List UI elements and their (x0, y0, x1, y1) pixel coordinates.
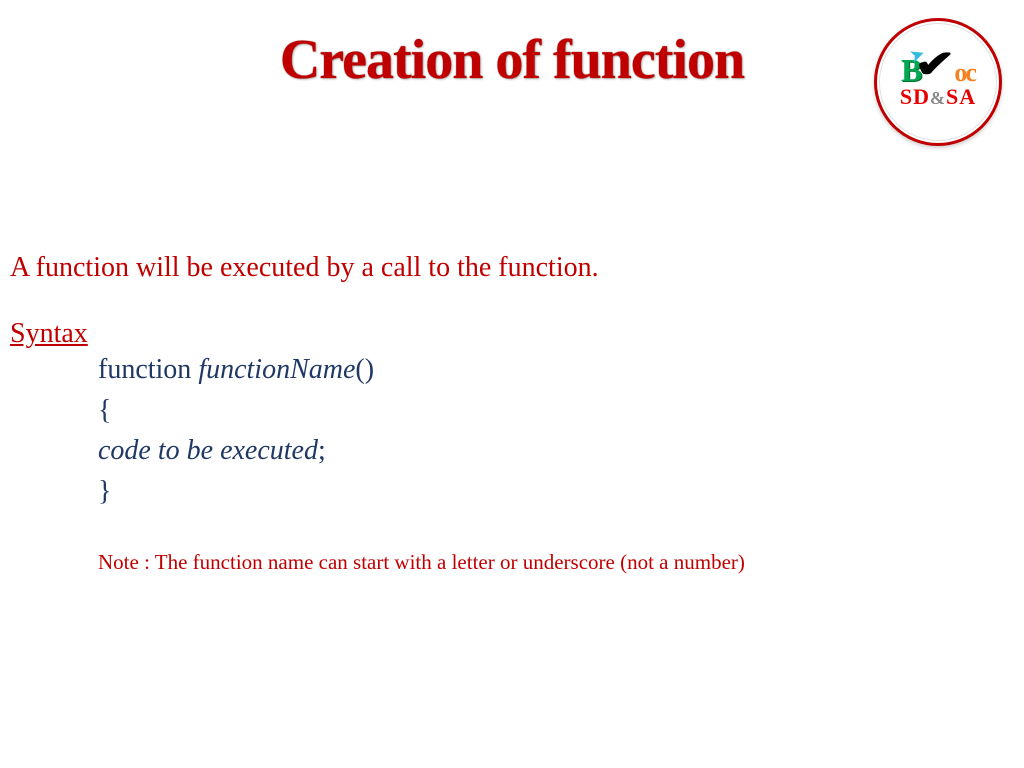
logo-badge: ➤ B ✔ oc SD&SA (874, 18, 1002, 146)
checkmark-icon: ✔ (914, 46, 955, 84)
parentheses: () (355, 354, 374, 385)
code-line-4: } (98, 472, 984, 513)
slide-title: Creation of function (0, 28, 1024, 92)
code-line-1: function functionName() (98, 350, 984, 391)
code-line-3: code to be executed; (98, 431, 984, 472)
content-area: A function will be executed by a call to… (10, 252, 984, 575)
syntax-heading: Syntax (10, 318, 984, 350)
semicolon: ; (318, 435, 326, 466)
function-name-placeholder: functionName (198, 354, 355, 385)
note-text: Note : The function name can start with … (10, 550, 984, 575)
syntax-code-block: function functionName() { code to be exe… (10, 350, 984, 512)
code-line-2: { (98, 391, 984, 432)
logo-letters-oc: oc (954, 60, 975, 86)
code-body-placeholder: code to be executed (98, 435, 318, 466)
intro-text: A function will be executed by a call to… (10, 252, 984, 284)
logo-sa: SA (946, 84, 976, 109)
logo-ampersand: & (930, 88, 946, 108)
logo-top-row: ➤ B ✔ oc (901, 54, 975, 86)
keyword-function: function (98, 354, 198, 385)
